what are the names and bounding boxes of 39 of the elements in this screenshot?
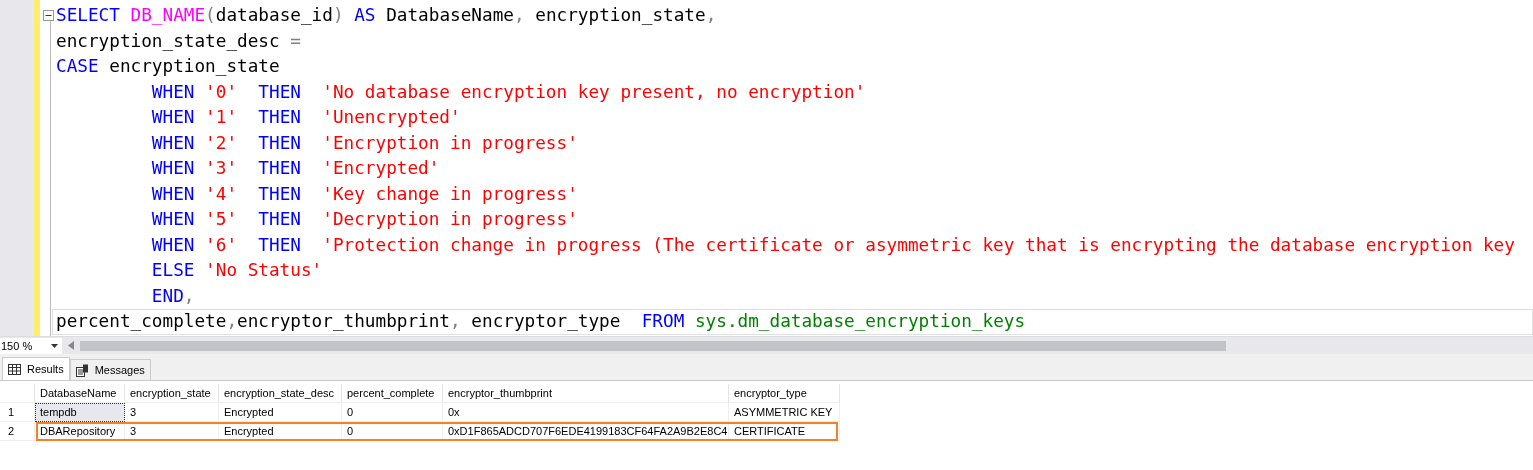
code-line: WHEN '6' THEN 'Protection change in progress (The certificate or asymmetric key that is encrypting the database encryption key [150, 233, 1515, 257]
table-cell: 3 [125, 422, 219, 441]
collapse-icon[interactable] [42, 10, 54, 21]
column-header[interactable]: DatabaseName [35, 384, 125, 403]
code-line: WHEN '0' THEN 'No database encryption key present, no encryption' [150, 80, 866, 104]
table-cell: DBARepository [35, 422, 125, 441]
row-number: 2 [0, 422, 35, 441]
code-line: WHEN '5' THEN 'Decryption in progress' [150, 208, 578, 231]
column-header[interactable]: encryption_state [125, 384, 219, 403]
caret-icon [51, 343, 58, 348]
table-cell: 0 [342, 422, 443, 441]
code-line: WHEN '3' THEN 'Encrypted' [150, 157, 440, 180]
code-line: ELSE 'No Status' [150, 259, 323, 282]
document-icon [75, 363, 89, 377]
code-line: CASE encryption_state [56, 55, 280, 78]
table-cell: tempdb [35, 403, 125, 422]
table-cell: Encrypted [219, 403, 342, 422]
column-header[interactable]: encryptor_type [729, 384, 840, 403]
table-cell: Encrypted [219, 422, 342, 441]
code-line: SELECT DB_NAME(database_id) AS DatabaseName, encryption_state, [56, 4, 717, 27]
table-cell: CERTIFICATE [729, 422, 840, 441]
panel-tab[interactable]: Results [2, 357, 70, 380]
column-header[interactable]: encryptor_thumbprint [443, 384, 729, 403]
code-line: WHEN '1' THEN 'Unencrypted' [150, 106, 461, 129]
zoom-dropdown[interactable]: 150 % [0, 337, 62, 354]
code-line: END, [150, 284, 195, 308]
column-header[interactable]: percent_complete [342, 384, 443, 403]
table-cell: ASYMMETRIC KEY [729, 403, 840, 422]
table-cell: 0x [443, 403, 729, 422]
code-line: encryption_state_desc = [56, 29, 301, 53]
grid-icon [8, 363, 21, 375]
table-cell: 3 [125, 403, 219, 422]
column-header[interactable]: encryption_state_desc [219, 384, 342, 403]
table-cell: 0xD1F865ADCD707F6EDE4199183CF64FA2A9B2E8C4 [443, 422, 729, 441]
panel-tab[interactable]: Messages [69, 359, 151, 380]
table-cell: 0 [342, 403, 443, 422]
scroll-left-icon[interactable] [68, 341, 74, 350]
code-line: WHEN '4' THEN 'Key change in progress' [150, 182, 578, 206]
code-line: WHEN '2' THEN 'Encryption in progress' [150, 131, 578, 155]
